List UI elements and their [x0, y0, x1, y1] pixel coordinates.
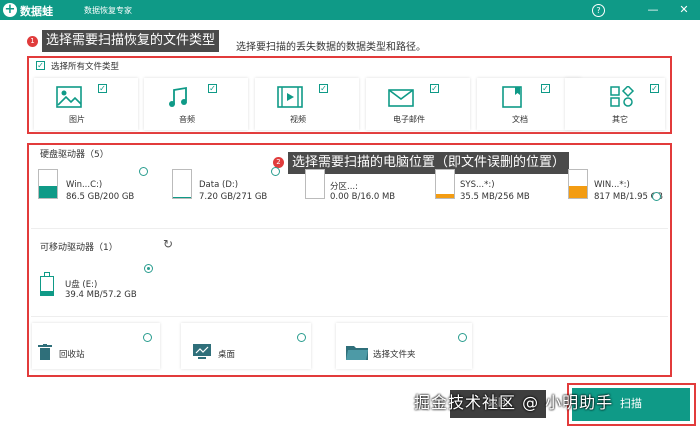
file-type-label: 音频: [179, 115, 195, 124]
document-checkbox[interactable]: ✓: [541, 84, 550, 93]
location-label: 回收站: [59, 350, 85, 360]
drive-icon: [568, 169, 588, 199]
help-icon[interactable]: ?: [592, 4, 605, 17]
file-type-label: 图片: [69, 115, 85, 124]
file-type-label: 其它: [612, 115, 628, 124]
drive-name: SYS...*:): [460, 180, 495, 190]
location-label: 选择文件夹: [373, 350, 416, 360]
drive-size: 7.20 GB/271 GB: [199, 192, 268, 202]
location-recycle-bin[interactable]: 回收站: [32, 323, 160, 369]
drive-icon: [172, 169, 192, 199]
video-checkbox[interactable]: ✓: [319, 84, 328, 93]
drive-name: Data (D:): [199, 180, 239, 190]
app-subtitle: 数据恢复专家: [84, 6, 132, 15]
other-checkbox[interactable]: ✓: [650, 84, 659, 93]
drive-radio[interactable]: [139, 167, 148, 176]
callout-1-badge: 1: [27, 36, 38, 47]
minimize-icon[interactable]: —: [645, 2, 661, 18]
image-icon: [56, 86, 82, 108]
drive-name: U盘 (E:): [65, 280, 98, 290]
drive-size: 86.5 GB/200 GB: [66, 192, 135, 202]
drive-size: 39.4 MB/57.2 GB: [65, 290, 137, 300]
music-icon: [169, 86, 187, 107]
drive-partition[interactable]: 分区...: 0.00 B/16.0 MB: [303, 167, 418, 207]
location-radio[interactable]: [297, 333, 306, 342]
file-type-label: 电子邮件: [393, 115, 425, 124]
app-name: 数据蛙: [20, 5, 53, 18]
image-checkbox[interactable]: ✓: [98, 84, 107, 93]
other-icon: [610, 86, 635, 107]
instruction-text: 选择要扫描的丢失数据的数据类型和路径。: [236, 42, 426, 53]
section-divider: [31, 228, 668, 229]
video-icon: [277, 86, 303, 108]
app-logo-icon: +: [3, 2, 17, 17]
audio-checkbox[interactable]: ✓: [208, 84, 217, 93]
drive-d[interactable]: Data (D:) 7.20 GB/271 GB: [170, 167, 285, 207]
location-radio[interactable]: [458, 333, 467, 342]
drive-usb[interactable]: U盘 (E:) 39.4 MB/57.2 GB: [36, 261, 156, 307]
recycle-bin-icon: [38, 344, 52, 360]
drive-radio-selected[interactable]: [144, 264, 153, 273]
watermark: 掘金技术社区 @ 小明助手: [414, 393, 614, 412]
desktop-icon: [193, 344, 211, 359]
drive-size: 0.00 B/16.0 MB: [330, 192, 396, 202]
drive-name: 分区...:: [330, 182, 358, 192]
hard-drives-title: 硬盘驱动器（5）: [40, 150, 109, 160]
drive-radio[interactable]: [271, 167, 280, 176]
drive-win[interactable]: WIN...*:) 817 MB/1.95 GB: [568, 167, 668, 207]
location-radio[interactable]: [143, 333, 152, 342]
folder-icon: [346, 346, 368, 360]
mail-icon: [388, 89, 414, 107]
drive-icon: [305, 169, 325, 199]
file-type-audio[interactable]: ✓ 音频: [144, 78, 248, 130]
file-type-video[interactable]: ✓ 视频: [255, 78, 359, 130]
location-choose-folder[interactable]: 选择文件夹: [336, 323, 472, 369]
select-all-checkbox[interactable]: ✓: [36, 61, 45, 70]
section-divider: [31, 316, 668, 317]
drive-size: 35.5 MB/256 MB: [460, 192, 530, 202]
file-type-email[interactable]: ✓ 电子邮件: [366, 78, 470, 130]
file-type-other[interactable]: ✓ 其它: [565, 78, 665, 130]
usb-drive-icon: [40, 272, 54, 296]
drive-icon: [435, 169, 455, 199]
close-icon[interactable]: ✕: [676, 2, 692, 18]
file-type-label: 文档: [512, 115, 528, 124]
drive-icon: [38, 169, 58, 199]
drive-sys[interactable]: SYS...*:) 35.5 MB/256 MB: [433, 167, 548, 207]
removable-title: 可移动驱动器（1）: [40, 243, 118, 253]
refresh-icon[interactable]: ↻: [163, 237, 173, 251]
drive-name: WIN...*:): [594, 180, 630, 190]
drive-radio[interactable]: [652, 192, 661, 201]
location-label: 桌面: [218, 350, 236, 360]
drive-c[interactable]: Win...C:) 86.5 GB/200 GB: [36, 167, 154, 207]
email-checkbox[interactable]: ✓: [430, 84, 439, 93]
location-desktop[interactable]: 桌面: [181, 323, 311, 369]
title-bar: + 数据蛙 数据恢复专家 ? — ✕: [0, 0, 700, 20]
file-type-label: 视频: [290, 115, 306, 124]
callout-1: 选择需要扫描恢复的文件类型: [42, 30, 220, 52]
document-icon: [502, 86, 522, 108]
select-all-label: 选择所有文件类型: [51, 62, 120, 72]
file-type-image[interactable]: ✓ 图片: [34, 78, 138, 130]
drive-name: Win...C:): [66, 180, 103, 190]
